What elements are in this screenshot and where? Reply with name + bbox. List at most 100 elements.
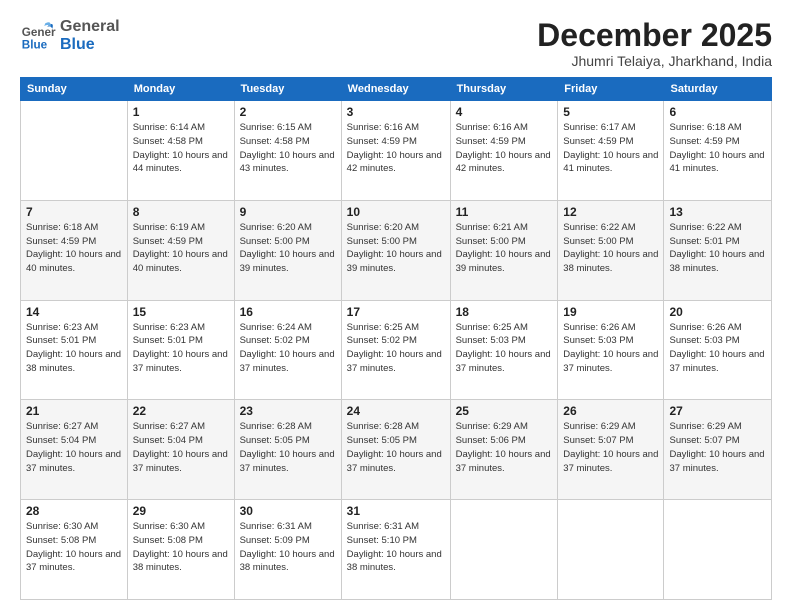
day-info: Sunrise: 6:23 AMSunset: 5:01 PMDaylight:… [133, 321, 229, 376]
calendar-cell [21, 101, 128, 201]
header-wednesday: Wednesday [341, 78, 450, 101]
header-tuesday: Tuesday [234, 78, 341, 101]
day-number: 7 [26, 205, 122, 219]
day-info: Sunrise: 6:21 AMSunset: 5:00 PMDaylight:… [456, 221, 553, 276]
logo-general-text: General [60, 18, 120, 36]
calendar-cell: 29 Sunrise: 6:30 AMSunset: 5:08 PMDayligh… [127, 500, 234, 600]
day-info: Sunrise: 6:16 AMSunset: 4:59 PMDaylight:… [456, 121, 553, 176]
calendar-cell: 18Sunrise: 6:25 AMSunset: 5:03 PMDayligh… [450, 300, 558, 400]
day-number: 19 [563, 305, 658, 319]
header-sunday: Sunday [21, 78, 128, 101]
calendar-cell [664, 500, 772, 600]
calendar-cell: 31 Sunrise: 6:31 AMSunset: 5:10 PMDayligh… [341, 500, 450, 600]
day-info: Sunrise: 6:17 AMSunset: 4:59 PMDaylight:… [563, 121, 658, 176]
calendar-cell: 5Sunrise: 6:17 AMSunset: 4:59 PMDaylight… [558, 101, 664, 201]
calendar-page: General Blue General Blue December 2025 … [0, 0, 792, 612]
calendar-cell: 30Sunrise: 6:31 AMSunset: 5:09 PMDayligh… [234, 500, 341, 600]
day-number: 4 [456, 105, 553, 119]
logo: General Blue General Blue [20, 18, 120, 55]
header-saturday: Saturday [664, 78, 772, 101]
day-number: 22 [133, 404, 229, 418]
day-number: 25 [456, 404, 553, 418]
header-monday: Monday [127, 78, 234, 101]
day-info: Sunrise: 6:27 AMSunset: 5:04 PMDaylight:… [133, 420, 229, 475]
calendar-cell: 23 Sunrise: 6:28 AMSunset: 5:05 PMDayligh… [234, 400, 341, 500]
day-number: 18 [456, 305, 553, 319]
day-number: 29 [133, 504, 229, 518]
calendar-cell: 11 Sunrise: 6:21 AMSunset: 5:00 PMDayligh… [450, 200, 558, 300]
calendar-cell [558, 500, 664, 600]
calendar-cell: 28Sunrise: 6:30 AMSunset: 5:08 PMDayligh… [21, 500, 128, 600]
day-info: Sunrise: 6:30 AMSunset: 5:08 PMDaylight:… [133, 520, 229, 575]
day-number: 13 [669, 205, 766, 219]
calendar-week-3: 14 Sunrise: 6:23 AMSunset: 5:01 PMDayligh… [21, 300, 772, 400]
calendar-cell: 3Sunrise: 6:16 AMSunset: 4:59 PMDaylight… [341, 101, 450, 201]
calendar-cell: 21Sunrise: 6:27 AMSunset: 5:04 PMDayligh… [21, 400, 128, 500]
day-info: Sunrise: 6:26 AMSunset: 5:03 PMDaylight:… [669, 321, 766, 376]
calendar-cell: 6 Sunrise: 6:18 AMSunset: 4:59 PMDaylight… [664, 101, 772, 201]
month-title: December 2025 [537, 18, 772, 53]
calendar-cell: 20 Sunrise: 6:26 AMSunset: 5:03 PMDayligh… [664, 300, 772, 400]
day-info: Sunrise: 6:31 AMSunset: 5:09 PMDaylight:… [240, 520, 336, 575]
day-info: Sunrise: 6:22 AMSunset: 5:00 PMDaylight:… [563, 221, 658, 276]
day-number: 6 [669, 105, 766, 119]
header-friday: Friday [558, 78, 664, 101]
header: General Blue General Blue December 2025 … [20, 18, 772, 69]
day-info: Sunrise: 6:15 AMSunset: 4:58 PMDaylight:… [240, 121, 336, 176]
svg-text:General: General [22, 26, 56, 39]
day-info: Sunrise: 6:23 AMSunset: 5:01 PMDaylight:… [26, 321, 122, 376]
day-number: 9 [240, 205, 336, 219]
day-number: 14 [26, 305, 122, 319]
day-info: Sunrise: 6:26 AMSunset: 5:03 PMDaylight:… [563, 321, 658, 376]
day-info: Sunrise: 6:18 AMSunset: 4:59 PMDaylight:… [26, 221, 122, 276]
day-info: Sunrise: 6:28 AMSunset: 5:05 PMDaylight:… [347, 420, 445, 475]
logo-icon: General Blue [20, 18, 56, 54]
day-info: Sunrise: 6:18 AMSunset: 4:59 PMDaylight:… [669, 121, 766, 176]
svg-text:Blue: Blue [22, 39, 48, 52]
day-info: Sunrise: 6:19 AMSunset: 4:59 PMDaylight:… [133, 221, 229, 276]
calendar-cell: 26Sunrise: 6:29 AMSunset: 5:07 PMDayligh… [558, 400, 664, 500]
day-info: Sunrise: 6:24 AMSunset: 5:02 PMDaylight:… [240, 321, 336, 376]
calendar-week-4: 21 Sunrise: 6:27 AMSunset: 5:04 PMDayligh… [21, 400, 772, 500]
day-info: Sunrise: 6:20 AMSunset: 5:00 PMDaylight:… [240, 221, 336, 276]
day-number: 2 [240, 105, 336, 119]
calendar-cell: 1 Sunrise: 6:14 AMSunset: 4:58 PMDaylight… [127, 101, 234, 201]
day-number: 1 [133, 105, 229, 119]
calendar-cell: 19 Sunrise: 6:26 AMSunset: 5:03 PMDayligh… [558, 300, 664, 400]
location: Jhumri Telaiya, Jharkhand, India [537, 53, 772, 69]
day-number: 15 [133, 305, 229, 319]
day-info: Sunrise: 6:22 AMSunset: 5:01 PMDaylight:… [669, 221, 766, 276]
calendar-week-5: 28Sunrise: 6:30 AMSunset: 5:08 PMDayligh… [21, 500, 772, 600]
day-info: Sunrise: 6:31 AMSunset: 5:10 PMDaylight:… [347, 520, 445, 575]
day-number: 3 [347, 105, 445, 119]
day-number: 23 [240, 404, 336, 418]
day-info: Sunrise: 6:14 AMSunset: 4:58 PMDaylight:… [133, 121, 229, 176]
calendar-cell: 13 Sunrise: 6:22 AMSunset: 5:01 PMDayligh… [664, 200, 772, 300]
day-info: Sunrise: 6:25 AMSunset: 5:02 PMDaylight:… [347, 321, 445, 376]
calendar-cell: 8Sunrise: 6:19 AMSunset: 4:59 PMDaylight… [127, 200, 234, 300]
day-number: 12 [563, 205, 658, 219]
calendar-week-1: 1 Sunrise: 6:14 AMSunset: 4:58 PMDaylight… [21, 101, 772, 201]
calendar-cell: 17 Sunrise: 6:25 AMSunset: 5:02 PMDayligh… [341, 300, 450, 400]
calendar-cell: 7 Sunrise: 6:18 AMSunset: 4:59 PMDaylight… [21, 200, 128, 300]
calendar-cell: 14 Sunrise: 6:23 AMSunset: 5:01 PMDayligh… [21, 300, 128, 400]
calendar-cell: 9 Sunrise: 6:20 AMSunset: 5:00 PMDaylight… [234, 200, 341, 300]
calendar-cell: 12 Sunrise: 6:22 AMSunset: 5:00 PMDayligh… [558, 200, 664, 300]
day-number: 24 [347, 404, 445, 418]
day-number: 10 [347, 205, 445, 219]
day-number: 21 [26, 404, 122, 418]
calendar-cell: 27 Sunrise: 6:29 AMSunset: 5:07 PMDayligh… [664, 400, 772, 500]
calendar-cell: 22 Sunrise: 6:27 AMSunset: 5:04 PMDayligh… [127, 400, 234, 500]
day-number: 11 [456, 205, 553, 219]
calendar-cell: 2 Sunrise: 6:15 AMSunset: 4:58 PMDaylight… [234, 101, 341, 201]
day-number: 20 [669, 305, 766, 319]
day-info: Sunrise: 6:29 AMSunset: 5:06 PMDaylight:… [456, 420, 553, 475]
day-info: Sunrise: 6:28 AMSunset: 5:05 PMDaylight:… [240, 420, 336, 475]
day-number: 31 [347, 504, 445, 518]
calendar-cell: 4 Sunrise: 6:16 AMSunset: 4:59 PMDaylight… [450, 101, 558, 201]
weekday-header-row: Sunday Monday Tuesday Wednesday Thursday… [21, 78, 772, 101]
day-info: Sunrise: 6:29 AMSunset: 5:07 PMDaylight:… [669, 420, 766, 475]
day-number: 17 [347, 305, 445, 319]
day-number: 27 [669, 404, 766, 418]
day-info: Sunrise: 6:30 AMSunset: 5:08 PMDaylight:… [26, 520, 122, 575]
